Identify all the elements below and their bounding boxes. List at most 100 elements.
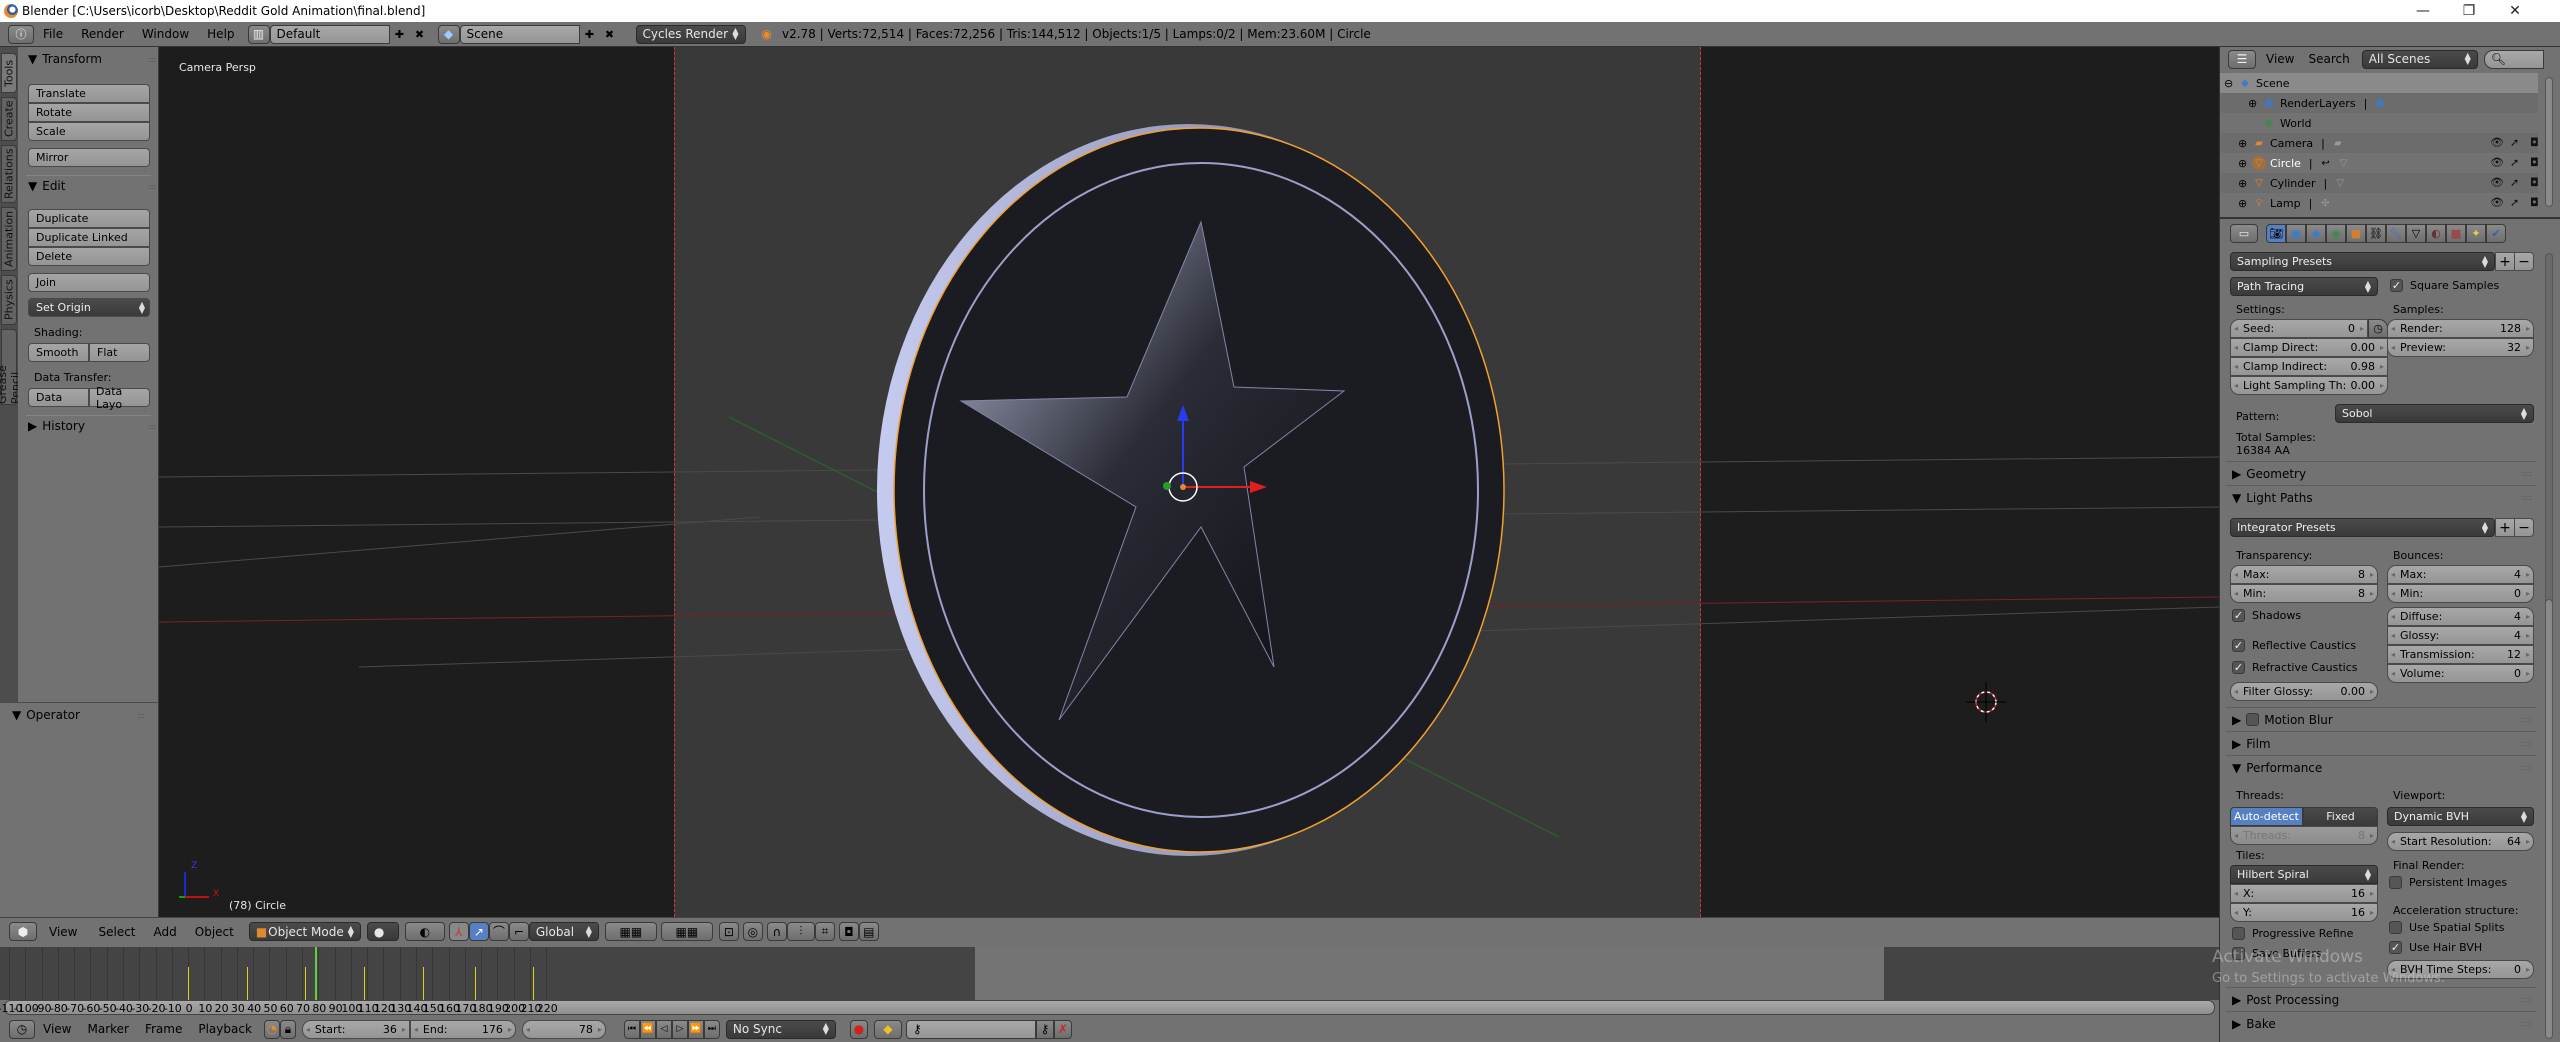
pattern-select[interactable]: Sobol ▲ ▼ xyxy=(2335,404,2534,423)
tab-scene[interactable]: ◆ xyxy=(2306,224,2326,243)
duplicate-button[interactable]: Duplicate xyxy=(28,209,150,228)
outliner-item-renderlayers[interactable]: ⊕ ▣ RenderLayers | ▣ xyxy=(2220,93,2538,113)
timeline[interactable]: -110 -100 -90 -80 -70 -60 -50 -40 -30 -20 -10 0 10 20… xyxy=(0,945,2219,1042)
tab-animation[interactable]: Animation xyxy=(1,207,17,271)
diffuse-bounces-field[interactable]: Diffuse:4 xyxy=(2387,607,2534,626)
delete-button[interactable]: Delete xyxy=(28,247,150,266)
persistent-images-checkbox[interactable]: Persistent Images xyxy=(2389,876,2507,889)
smooth-button[interactable]: Smooth xyxy=(28,343,89,362)
film-panel-header[interactable]: ▶ Film:::: xyxy=(2226,731,2536,755)
pivot-select[interactable]: ◐ xyxy=(404,922,445,941)
lock-layers-button[interactable]: ⊡ xyxy=(718,922,739,941)
remove-screen-icon[interactable]: ✖ xyxy=(410,25,430,44)
visibility-eye-icon[interactable]: 👁︎ xyxy=(2490,156,2504,169)
select-arrow-icon[interactable]: ➚ xyxy=(2510,156,2519,169)
tile-x-field[interactable]: X:16 xyxy=(2230,884,2378,903)
render-camera-icon[interactable]: ◘ xyxy=(2530,156,2539,169)
keyframe-marker[interactable] xyxy=(533,967,535,1000)
glossy-bounces-field[interactable]: Glossy:4 xyxy=(2387,626,2534,645)
tab-world[interactable]: ◉ xyxy=(2326,224,2346,243)
integrator-select[interactable]: Path Tracing ▲ ▼ xyxy=(2230,277,2378,296)
translate-button[interactable]: Translate xyxy=(28,84,150,103)
seed-field[interactable]: Seed:0 xyxy=(2230,319,2368,338)
edit-panel-header[interactable]: ▼ Edit:::: xyxy=(28,179,156,193)
tab-tools[interactable]: Tools xyxy=(1,53,17,93)
editor-type-button[interactable]: ⬢ xyxy=(9,922,37,941)
use-spatial-splits-checkbox[interactable]: Use Spatial Splits xyxy=(2389,921,2505,934)
menu-add[interactable]: Add xyxy=(145,925,186,939)
bounces-min-field[interactable]: Min:0 xyxy=(2387,584,2534,603)
square-samples-checkbox[interactable]: ✓ Square Samples xyxy=(2390,279,2499,292)
tab-physics[interactable]: ✔ xyxy=(2486,224,2506,243)
menu-playback[interactable]: Playback xyxy=(190,1022,260,1036)
menu-render[interactable]: Render xyxy=(72,27,133,41)
add-scene-icon[interactable]: ✚ xyxy=(580,25,600,44)
display-mode-select[interactable]: All Scenes ▲ ▼ xyxy=(2361,49,2478,69)
transmission-bounces-field[interactable]: Transmission:12 xyxy=(2387,645,2534,664)
select-arrow-icon[interactable]: ➚ xyxy=(2510,196,2519,209)
expand-icon[interactable]: ⊕ xyxy=(2238,137,2252,150)
prev-keyframe-button[interactable]: ⏪ xyxy=(639,1019,656,1039)
outliner-scrollbar[interactable] xyxy=(2545,77,2553,207)
reflective-caustics-checkbox[interactable]: ✓ Reflective Caustics xyxy=(2232,639,2356,652)
shadows-checkbox[interactable]: ✓ Shadows xyxy=(2232,609,2301,622)
delete-keyframe-button[interactable]: ✗ xyxy=(1053,1019,1072,1039)
keyframe-marker[interactable] xyxy=(422,967,424,1000)
close-button[interactable]: ✕ xyxy=(2492,0,2538,22)
tab-constraints[interactable]: ⛓︎ xyxy=(2366,224,2386,243)
minimize-button[interactable]: — xyxy=(2400,0,2446,22)
operator-panel-header[interactable]: ▼ Operator:::: xyxy=(12,708,152,722)
menu-object[interactable]: Object xyxy=(186,925,243,939)
integrator-presets-select[interactable]: Integrator Presets ▲ ▼ xyxy=(2230,518,2495,537)
tab-particles[interactable]: ✦ xyxy=(2466,224,2486,243)
scene-field[interactable]: Scene xyxy=(459,24,580,44)
play-button[interactable]: ▷ xyxy=(671,1019,688,1039)
fixed-button[interactable]: Fixed xyxy=(2303,807,2378,826)
auto-detect-button[interactable]: Auto-detect xyxy=(2230,807,2303,826)
render-camera-icon[interactable]: ◘ xyxy=(2530,176,2539,189)
select-arrow-icon[interactable]: ➚ xyxy=(2510,136,2519,149)
visibility-eye-icon[interactable]: 👁︎ xyxy=(2490,136,2504,149)
add-screen-icon[interactable]: ✚ xyxy=(390,25,410,44)
tab-render[interactable]: 📷︎ xyxy=(2266,224,2286,243)
tab-render-layers[interactable]: ▣ xyxy=(2286,224,2306,243)
scale-button[interactable]: Scale xyxy=(28,122,150,141)
preview-range-button[interactable]: ◔ xyxy=(263,1019,280,1039)
start-frame-field[interactable]: Start:36 xyxy=(301,1019,410,1039)
tab-texture[interactable]: ▩ xyxy=(2446,224,2466,243)
tab-physics[interactable]: Physics xyxy=(1,275,17,325)
remove-preset-button[interactable]: − xyxy=(2514,252,2534,271)
end-frame-field[interactable]: End:176 xyxy=(409,1019,516,1039)
use-hair-bvh-checkbox[interactable]: ✓ Use Hair BVH xyxy=(2389,941,2482,954)
mirror-button[interactable]: Mirror xyxy=(28,148,150,167)
data-layout-button[interactable]: Data Layo xyxy=(89,385,150,411)
motion-blur-checkbox[interactable] xyxy=(2246,713,2260,726)
clamp-direct-field[interactable]: Clamp Direct:0.00 xyxy=(2230,338,2388,357)
auto-keying-button[interactable]: ● xyxy=(849,1019,868,1039)
menu-view[interactable]: View xyxy=(37,925,89,939)
properties-scrollbar-thumb[interactable] xyxy=(2545,599,2553,1039)
viewport-bvh-select[interactable]: Dynamic BVH ▲ ▼ xyxy=(2387,807,2534,826)
progressive-refine-checkbox[interactable]: Progressive Refine xyxy=(2232,927,2353,940)
render-animation-button[interactable]: ▤ xyxy=(858,922,879,941)
render-samples-field[interactable]: Render:128 xyxy=(2387,319,2534,338)
orientation-select[interactable]: Global ▲ ▼ xyxy=(528,922,599,941)
set-origin-select[interactable]: Set Origin ▲ ▼ xyxy=(28,298,150,317)
next-keyframe-button[interactable]: ⏩ xyxy=(687,1019,704,1039)
translate-manipulator[interactable]: ↗ xyxy=(468,922,489,941)
light-paths-panel-header[interactable]: ▼ Light Paths:::: xyxy=(2226,485,2536,509)
collapse-icon[interactable]: ⊖ xyxy=(2224,77,2238,90)
transparency-min-field[interactable]: Min:8 xyxy=(2230,584,2378,603)
jump-end-button[interactable]: ⏭ xyxy=(703,1019,720,1039)
editor-type-button[interactable]: ◷ xyxy=(9,1019,35,1039)
remove-preset-button[interactable]: − xyxy=(2514,518,2534,537)
threads-field[interactable]: Threads:8 xyxy=(2230,826,2378,845)
sampling-presets-select[interactable]: Sampling Presets ▲ ▼ xyxy=(2230,252,2495,271)
insert-keyframe-button[interactable]: ⚷ xyxy=(1035,1019,1054,1039)
tile-order-select[interactable]: Hilbert Spiral ▲ ▼ xyxy=(2230,865,2378,884)
scene-browse[interactable]: ◆ xyxy=(437,24,460,44)
restore-button[interactable]: ❐ xyxy=(2446,0,2492,22)
expand-icon[interactable]: ⊕ xyxy=(2248,97,2262,110)
remove-scene-icon[interactable]: ✖ xyxy=(600,25,620,44)
snap-target-button[interactable]: ⌗ xyxy=(814,922,835,941)
